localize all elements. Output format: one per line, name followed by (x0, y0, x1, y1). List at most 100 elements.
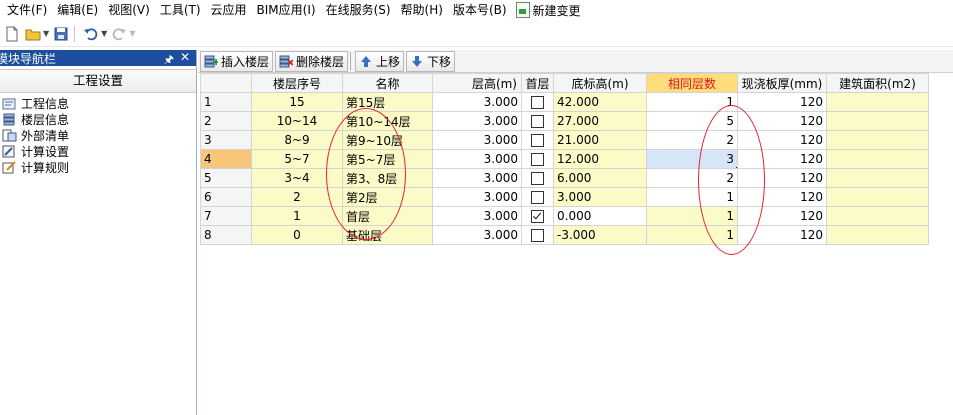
menu-cloud[interactable]: 云应用 (206, 0, 252, 20)
floor-seq-cell[interactable]: 10~14 (251, 111, 343, 131)
area-cell[interactable] (826, 168, 929, 188)
redo-dropdown-icon[interactable]: ▼ (129, 29, 135, 38)
move-down-button[interactable]: 下移 (406, 50, 456, 72)
first-floor-checkbox-cell[interactable] (521, 225, 554, 245)
floor-name-cell[interactable]: 第2层 (342, 187, 433, 207)
col-header-base-elevation[interactable]: 底标高(m) (553, 73, 647, 93)
same-floors-cell[interactable]: 1 (646, 206, 738, 226)
move-up-button[interactable]: 上移 (355, 50, 405, 72)
base-elevation-cell[interactable]: 6.000 (553, 168, 647, 188)
slab-thickness-cell[interactable]: 120 (737, 187, 827, 207)
same-floors-cell[interactable]: 3 (646, 149, 738, 169)
col-header-first-floor[interactable]: 首层 (521, 73, 554, 93)
first-floor-checkbox-cell[interactable] (521, 92, 554, 112)
close-icon[interactable]: ✕ (180, 50, 190, 64)
area-cell[interactable] (826, 111, 929, 131)
first-floor-checkbox[interactable] (531, 133, 544, 147)
floor-height-cell[interactable]: 3.000 (432, 92, 522, 112)
col-header-seq[interactable]: 楼层序号 (251, 73, 343, 93)
floor-height-cell[interactable]: 3.000 (432, 187, 522, 207)
table-row[interactable]: 7 1 首层 3.000 0.000 1 120 (200, 206, 929, 226)
floor-height-cell[interactable]: 3.000 (432, 111, 522, 131)
menu-edit[interactable]: 编辑(E) (52, 0, 103, 20)
row-number-cell[interactable]: 1 (200, 92, 252, 112)
open-folder-icon[interactable] (24, 25, 42, 43)
floor-seq-cell[interactable]: 5~7 (251, 149, 343, 169)
row-number-cell[interactable]: 6 (200, 187, 252, 207)
undo-dropdown-icon[interactable]: ▼ (101, 29, 107, 38)
area-cell[interactable] (826, 225, 929, 245)
menu-help[interactable]: 帮助(H) (396, 0, 448, 20)
nav-item-floor-info[interactable]: 楼层信息 (0, 111, 196, 127)
floor-name-cell[interactable]: 第3、8层 (342, 168, 433, 188)
row-number-cell[interactable]: 4 (200, 149, 252, 169)
menu-version[interactable]: 版本号(B) (448, 0, 512, 20)
first-floor-checkbox[interactable] (531, 152, 544, 166)
floor-height-cell[interactable]: 3.000 (432, 130, 522, 150)
col-header-name[interactable]: 名称 (342, 73, 433, 93)
col-header-same-floors[interactable]: 相同层数 (646, 73, 738, 93)
row-number-cell[interactable]: 7 (200, 206, 252, 226)
first-floor-checkbox[interactable] (531, 190, 544, 204)
nav-item-calc-settings[interactable]: 计算设置 (0, 143, 196, 159)
row-number-cell[interactable]: 2 (200, 111, 252, 131)
floor-name-cell[interactable]: 第10~14层 (342, 111, 433, 131)
menu-bim[interactable]: BIM应用(I) (252, 0, 321, 20)
table-row[interactable]: 5 3~4 第3、8层 3.000 6.000 2 120 (200, 168, 929, 188)
same-floors-cell[interactable]: 1 (646, 225, 738, 245)
slab-thickness-cell[interactable]: 120 (737, 225, 827, 245)
area-cell[interactable] (826, 206, 929, 226)
base-elevation-cell[interactable]: -3.000 (553, 225, 647, 245)
col-header-height[interactable]: 层高(m) (432, 73, 522, 93)
base-elevation-cell[interactable]: 3.000 (553, 187, 647, 207)
row-number-cell[interactable]: 5 (200, 168, 252, 188)
first-floor-checkbox[interactable] (531, 114, 544, 128)
first-floor-checkbox-cell[interactable] (521, 206, 554, 226)
nav-item-external-list[interactable]: 外部清单 (0, 127, 196, 143)
first-floor-checkbox[interactable] (531, 95, 544, 109)
floor-height-cell[interactable]: 3.000 (432, 206, 522, 226)
table-row[interactable]: 3 8~9 第9~10层 3.000 21.000 2 120 (200, 130, 929, 150)
first-floor-checkbox-cell[interactable] (521, 149, 554, 169)
nav-item-calc-rules[interactable]: 计算规则 (0, 159, 196, 175)
same-floors-cell[interactable]: 1 (646, 187, 738, 207)
slab-thickness-cell[interactable]: 120 (737, 168, 827, 188)
first-floor-checkbox-cell[interactable] (521, 168, 554, 188)
first-floor-checkbox[interactable] (531, 228, 544, 242)
floor-height-cell[interactable]: 3.000 (432, 168, 522, 188)
slab-thickness-cell[interactable]: 120 (737, 92, 827, 112)
row-number-cell[interactable]: 3 (200, 130, 252, 150)
floor-height-cell[interactable]: 3.000 (432, 149, 522, 169)
base-elevation-cell[interactable]: 42.000 (553, 92, 647, 112)
base-elevation-cell[interactable]: 0.000 (553, 206, 647, 226)
nav-item-project-info[interactable]: 工程信息 (0, 95, 196, 111)
floor-name-cell[interactable]: 第5~7层 (342, 149, 433, 169)
floor-name-cell[interactable]: 第15层 (342, 92, 433, 112)
menu-tools[interactable]: 工具(T) (155, 0, 206, 20)
table-row[interactable]: 8 0 基础层 3.000 -3.000 1 120 (200, 225, 929, 245)
slab-thickness-cell[interactable]: 120 (737, 130, 827, 150)
table-row[interactable]: 1 15 第15层 3.000 42.000 1 120 (200, 92, 929, 112)
floor-name-cell[interactable]: 基础层 (342, 225, 433, 245)
area-cell[interactable] (826, 92, 929, 112)
same-floors-cell[interactable]: 2 (646, 130, 738, 150)
new-file-icon[interactable] (3, 25, 21, 43)
slab-thickness-cell[interactable]: 120 (737, 111, 827, 131)
area-cell[interactable] (826, 130, 929, 150)
floor-seq-cell[interactable]: 8~9 (251, 130, 343, 150)
table-row[interactable]: 2 10~14 第10~14层 3.000 27.000 5 120 (200, 111, 929, 131)
floor-seq-cell[interactable]: 3~4 (251, 168, 343, 188)
new-change-button[interactable]: 新建变更 (512, 2, 581, 19)
menu-online[interactable]: 在线服务(S) (321, 0, 396, 20)
base-elevation-cell[interactable]: 21.000 (553, 130, 647, 150)
first-floor-checkbox[interactable] (531, 171, 544, 185)
base-elevation-cell[interactable]: 12.000 (553, 149, 647, 169)
floor-seq-cell[interactable]: 1 (251, 206, 343, 226)
menu-view[interactable]: 视图(V) (103, 0, 155, 20)
floor-seq-cell[interactable]: 0 (251, 225, 343, 245)
insert-floor-button[interactable]: 插入楼层 (200, 50, 274, 72)
table-row[interactable]: 6 2 第2层 3.000 3.000 1 120 (200, 187, 929, 207)
floor-name-cell[interactable]: 第9~10层 (342, 130, 433, 150)
area-cell[interactable] (826, 187, 929, 207)
save-icon[interactable] (52, 25, 70, 43)
